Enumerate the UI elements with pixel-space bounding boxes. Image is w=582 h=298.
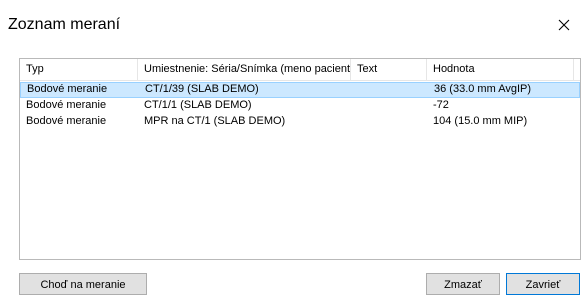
table-header: Typ Umiestnenie: Séria/Snímka (meno paci… bbox=[20, 59, 580, 81]
measurement-table[interactable]: Typ Umiestnenie: Séria/Snímka (meno paci… bbox=[19, 58, 581, 260]
close-button[interactable]: Zavrieť bbox=[506, 273, 580, 295]
column-header-text[interactable]: Text bbox=[351, 59, 427, 80]
go-to-measurement-button[interactable]: Choď na meranie bbox=[19, 273, 147, 295]
title-bar: Zoznam meraní bbox=[0, 0, 582, 46]
cell-umiestnenie: CT/1/39 (SLAB DEMO) bbox=[145, 83, 259, 95]
cell-hodnota: 104 (15.0 mm MIP) bbox=[433, 115, 528, 127]
measurement-list-dialog: Zoznam meraní Typ Umiestnenie: Séria/Sní… bbox=[0, 0, 582, 298]
table-row[interactable]: Bodové meranie CT/1/1 (SLAB DEMO) -72 bbox=[20, 98, 580, 114]
cell-text bbox=[351, 114, 427, 130]
column-header-hodnota[interactable]: Hodnota bbox=[427, 59, 574, 80]
cell-umiestnenie: CT/1/1 (SLAB DEMO) bbox=[144, 99, 252, 111]
cell-text bbox=[351, 98, 427, 114]
cell-typ: Bodové meranie bbox=[26, 99, 107, 111]
cell-hodnota: -72 bbox=[433, 99, 449, 111]
dialog-title: Zoznam meraní bbox=[8, 16, 121, 33]
close-icon[interactable] bbox=[552, 13, 576, 37]
delete-button[interactable]: Zmazať bbox=[426, 273, 500, 295]
column-header-umiestnenie[interactable]: Umiestnenie: Séria/Snímka (meno pacienta… bbox=[138, 59, 351, 80]
table-row[interactable]: Bodové meranie CT/1/39 (SLAB DEMO) 36 (3… bbox=[20, 82, 580, 98]
column-header-typ[interactable]: Typ bbox=[20, 59, 138, 80]
cell-umiestnenie: MPR na CT/1 (SLAB DEMO) bbox=[144, 115, 286, 127]
close-icon-glyph bbox=[558, 19, 570, 31]
cell-typ: Bodové meranie bbox=[26, 115, 107, 127]
cell-text bbox=[352, 82, 428, 98]
table-row[interactable]: Bodové meranie MPR na CT/1 (SLAB DEMO) 1… bbox=[20, 114, 580, 130]
cell-typ: Bodové meranie bbox=[27, 83, 108, 95]
cell-hodnota: 36 (33.0 mm AvgIP) bbox=[434, 83, 532, 95]
